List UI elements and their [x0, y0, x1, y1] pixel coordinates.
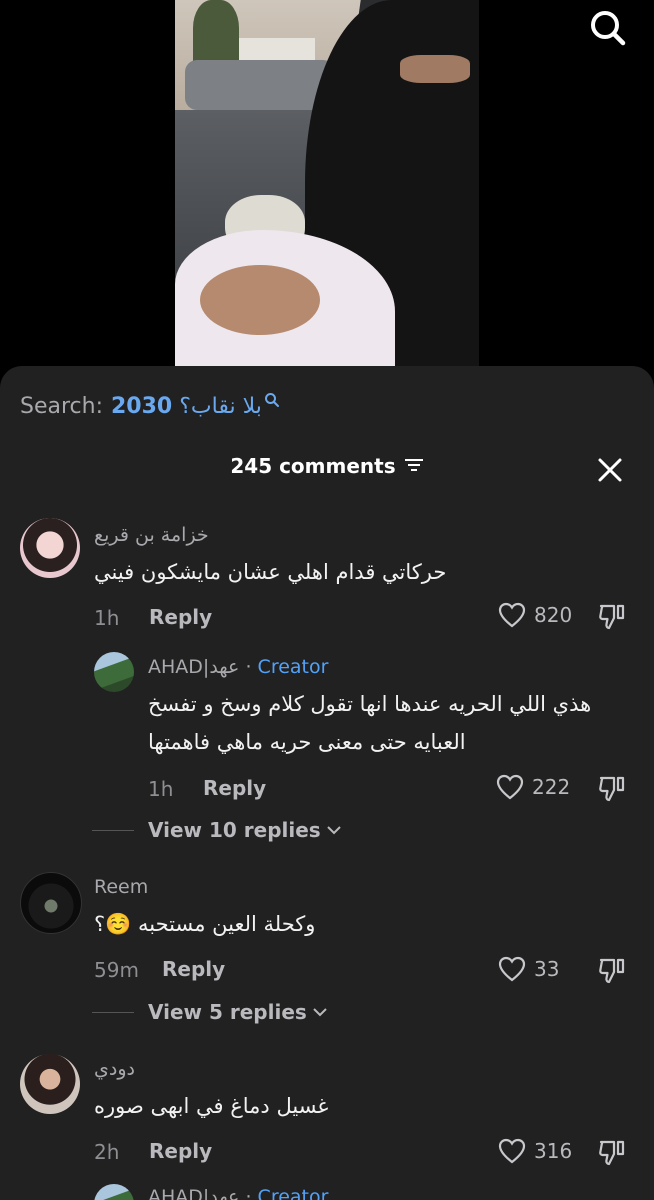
avatar[interactable] — [94, 1184, 134, 1200]
chevron-down-icon — [313, 1008, 327, 1017]
view-replies-button[interactable]: View 10 replies — [92, 818, 343, 842]
dislike-icon[interactable] — [598, 956, 626, 988]
dislike-icon[interactable] — [598, 1138, 626, 1170]
search-suggestion[interactable]: Search: بلا نقاب؟ 2030 — [20, 390, 280, 422]
like-count: 820 — [534, 603, 573, 627]
search-term-text: بلا نقاب؟ — [179, 393, 262, 419]
like-button[interactable]: 820 — [498, 602, 572, 628]
heart-icon — [498, 1138, 526, 1164]
creator-badge: Creator — [257, 656, 329, 678]
avatar[interactable] — [94, 652, 134, 692]
search-icon[interactable] — [588, 8, 628, 48]
comment-time: 1h — [148, 777, 174, 801]
filter-icon[interactable] — [404, 454, 424, 478]
like-button[interactable]: 316 — [498, 1138, 572, 1164]
avatar[interactable] — [20, 872, 82, 934]
comments-count-label: 245 comments — [230, 454, 396, 478]
view-replies-label: View 10 replies — [148, 818, 321, 842]
heart-icon — [498, 956, 526, 982]
heart-icon — [496, 774, 524, 800]
search-term-icon — [264, 389, 280, 414]
video-player[interactable] — [175, 0, 479, 366]
username-text: AHAD|عهد — [148, 1186, 240, 1200]
comment-time: 1h — [94, 606, 120, 630]
reply-button[interactable]: Reply — [203, 776, 266, 800]
comment-username[interactable]: دودي — [94, 1058, 135, 1080]
comment-text-line1: هذي اللي الحريه عندها انها تقول كلام وسخ… — [148, 692, 592, 716]
view-replies-button[interactable]: View 5 replies — [92, 1000, 329, 1024]
close-icon[interactable] — [596, 456, 624, 484]
video-hand — [200, 265, 320, 335]
username-text: AHAD|عهد — [148, 656, 240, 678]
search-term-number: 2030 — [111, 393, 173, 419]
like-count: 222 — [532, 775, 571, 799]
video-door-panel — [185, 60, 335, 110]
divider — [92, 1011, 134, 1013]
video-person-eyes — [400, 55, 470, 83]
dislike-icon[interactable] — [598, 774, 626, 806]
chevron-down-icon — [327, 826, 341, 835]
badge-separator: · — [245, 1186, 252, 1200]
heart-icon — [498, 602, 526, 628]
search-label: Search: — [20, 393, 103, 419]
creator-badge: Creator — [257, 1186, 329, 1200]
comment-text-line2: العبايه حتى معنى حريه ماهي فاهمتها — [148, 730, 466, 754]
comment-text: وكحلة العين مستحبه ☺️؟ — [94, 912, 316, 936]
view-replies-label: View 5 replies — [148, 1000, 307, 1024]
avatar[interactable] — [20, 518, 80, 578]
like-button[interactable]: 33 — [498, 956, 559, 982]
comment-username[interactable]: AHAD|عهد · Creator — [148, 656, 328, 678]
reply-button[interactable]: Reply — [149, 1139, 212, 1163]
comment-time: 59m — [94, 958, 139, 982]
badge-separator: · — [245, 656, 252, 678]
comment-time: 2h — [94, 1140, 120, 1164]
reply-button[interactable]: Reply — [149, 605, 212, 629]
search-term[interactable]: بلا نقاب؟ 2030 — [111, 394, 262, 419]
like-button[interactable]: 222 — [496, 774, 570, 800]
dislike-icon[interactable] — [598, 602, 626, 634]
comments-count[interactable]: 245 comments — [230, 454, 423, 478]
reply-button[interactable]: Reply — [162, 957, 225, 981]
like-count: 33 — [534, 957, 560, 981]
comment-username[interactable]: Reem — [94, 876, 148, 898]
comment-username[interactable]: خزامة بن قريع — [94, 524, 209, 546]
divider — [92, 829, 134, 831]
avatar[interactable] — [20, 1054, 80, 1114]
comment-text: غسيل دماغ في ابهى صوره — [94, 1094, 329, 1118]
comment-text: حركاتي قدام اهلي عشان مايشكون فيني — [94, 560, 447, 584]
comments-header: 245 comments — [0, 454, 654, 488]
comment-username[interactable]: AHAD|عهد · Creator — [148, 1186, 328, 1200]
like-count: 316 — [534, 1139, 573, 1163]
comments-sheet: Search: بلا نقاب؟ 2030 245 comments خزام… — [0, 366, 654, 1200]
